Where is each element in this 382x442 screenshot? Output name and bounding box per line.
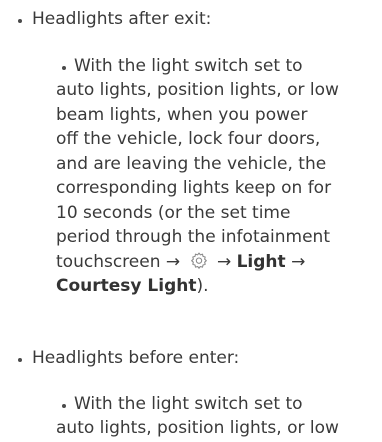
detail-line: auto lights, position lights, or low <box>56 418 339 438</box>
path-courtesy-light: Courtesy Light <box>56 276 197 296</box>
bullet-point <box>18 19 22 23</box>
section-heading-headlights-before-enter: Headlights before enter: <box>32 348 240 368</box>
detail-line: corresponding lights keep on for <box>56 178 332 198</box>
section-detail-headlights-before-enter: With the light switch set to <box>74 392 382 417</box>
section-detail-headlights-after-exit: With the light switch set to <box>74 54 382 79</box>
section-heading-headlights-after-exit: Headlights after exit: <box>32 9 212 29</box>
gear-icon <box>190 252 207 269</box>
detail-line: beam lights, when you power <box>56 104 308 125</box>
path-suffix: ). <box>196 276 209 296</box>
sub-bullet-point <box>62 66 66 70</box>
settings-path-line-2: Courtesy Light). <box>56 274 382 299</box>
detail-line: 10 seconds (or the set time <box>56 202 291 223</box>
settings-path-line: touchscreen → → Light → <box>56 250 382 275</box>
detail-line: With the light switch set to <box>74 56 303 76</box>
detail-line: With the light switch set to <box>74 394 303 414</box>
detail-line: off the vehicle, lock four doors, <box>56 129 321 149</box>
path-arrow: → <box>216 251 232 272</box>
sub-bullet-point <box>62 404 66 408</box>
section-detail-continued: auto lights, position lights, or low bea… <box>56 78 382 299</box>
detail-line: period through the infotainment <box>56 227 330 247</box>
detail-line: and are leaving the vehicle, the <box>56 153 327 174</box>
path-prefix: touchscreen → <box>56 251 181 272</box>
section-detail-continued: auto lights, position lights, or low <box>56 416 382 441</box>
path-light: Light <box>236 251 286 272</box>
bullet-point <box>18 358 22 362</box>
manual-page: Headlights after exit: With the light sw… <box>0 0 382 442</box>
path-arrow: → <box>291 251 306 272</box>
detail-line: auto lights, position lights, or low <box>56 80 339 100</box>
